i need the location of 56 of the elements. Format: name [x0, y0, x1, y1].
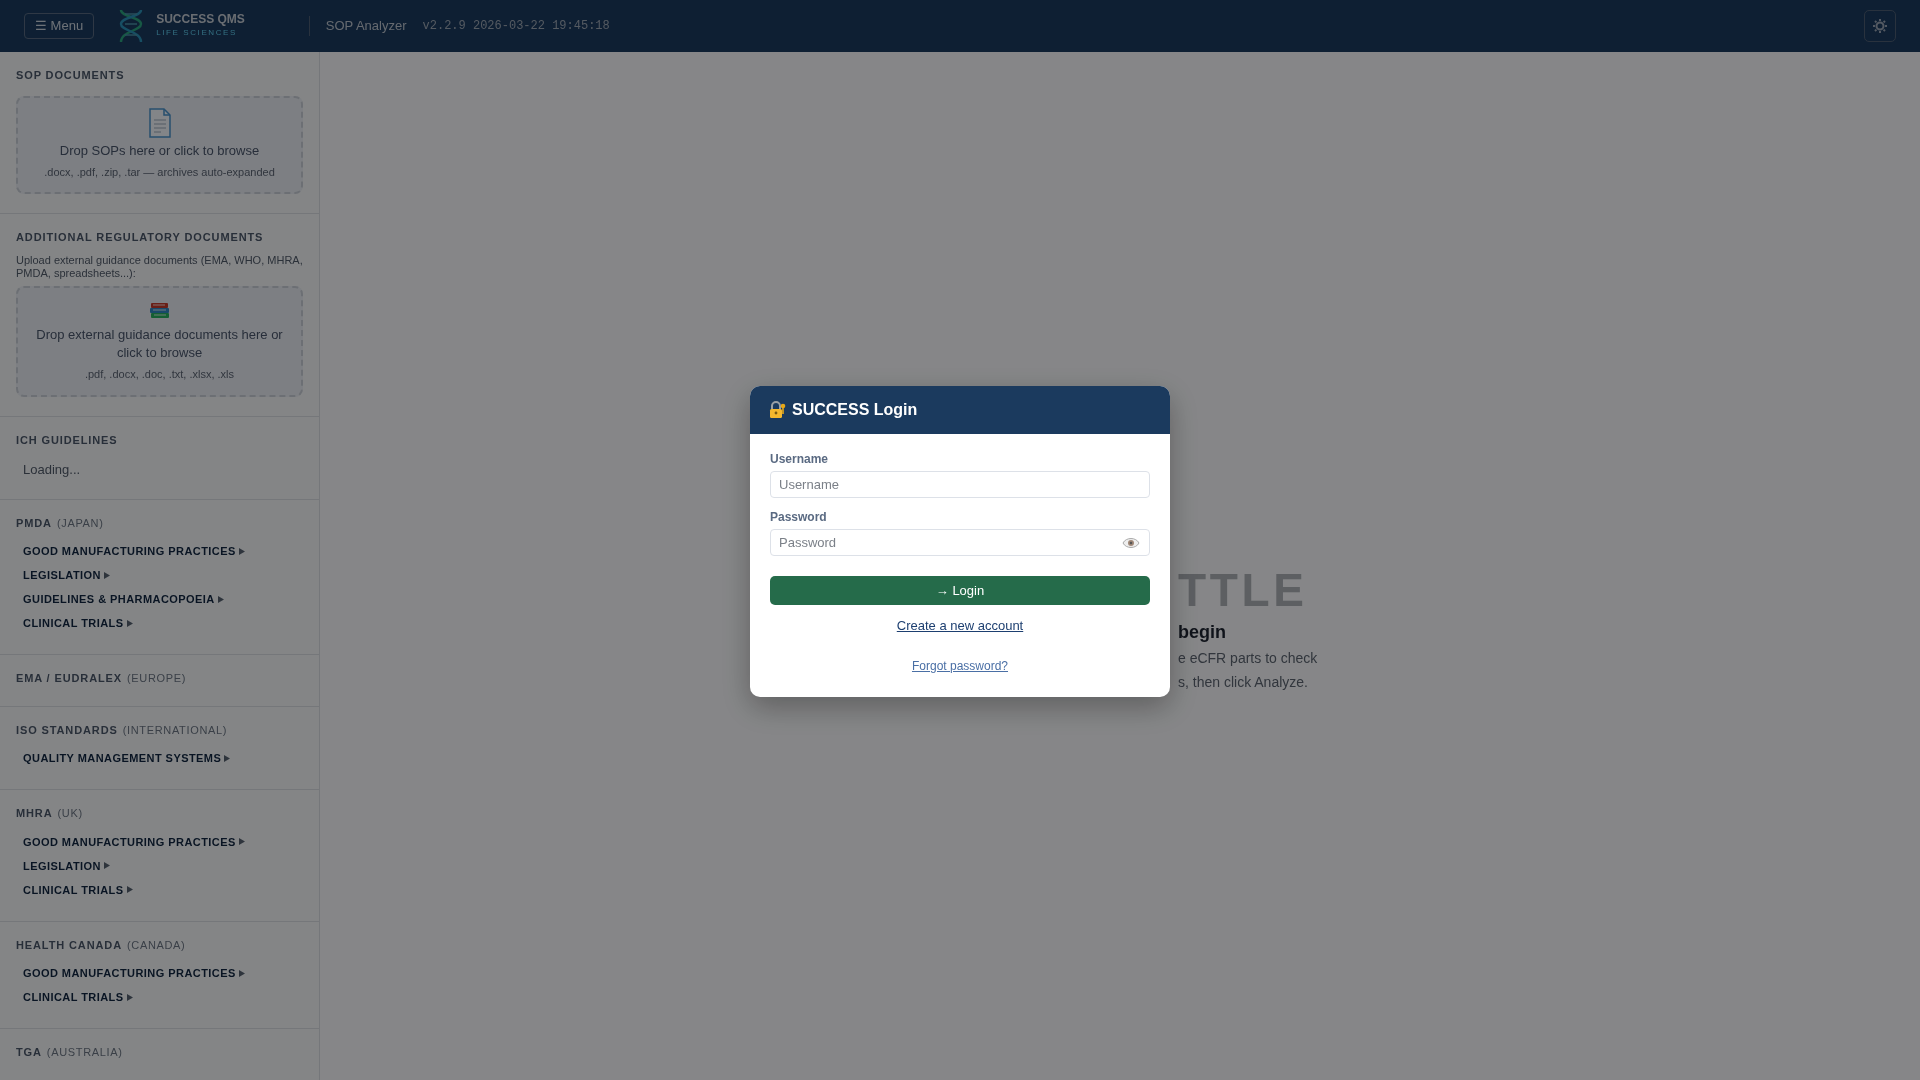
field-label: Username	[770, 451, 830, 468]
caret-icon	[126, 993, 133, 1001]
section-description: Upload external guidance documents (EMA, WHO, MHRA, PMDA, spreadsheets...):	[16, 253, 303, 281]
eye-icon[interactable]	[1122, 537, 1140, 549]
category-link[interactable]: LEGISLATION	[16, 563, 110, 588]
section-heading: EMA / EUDRALEX (EUROPE)	[16, 671, 188, 687]
username-field[interactable]: Username	[770, 471, 1150, 498]
empty-state-heading: begin	[1178, 621, 1227, 644]
caret-icon	[224, 754, 231, 762]
document-icon	[147, 107, 172, 138]
category-link[interactable]: LEGISLATION	[16, 853, 110, 878]
category-link[interactable]: GOOD MANUFACTURING PRACTICES	[16, 829, 245, 854]
category-link[interactable]: GOOD MANUFACTURING PRACTICES	[16, 961, 245, 986]
file-drop-zone[interactable]: Drop external guidance documents here or click to browse .pdf, .docx, .doc, .txt, .xlsx, .xls	[16, 286, 303, 397]
category-link[interactable]: GOOD MANUFACTURING PRACTICES	[16, 539, 245, 564]
version-text: v2.2.9 2026-03-22 19:45:18	[422, 18, 610, 35]
brand-tagline: LIFE SCIENCES	[156, 26, 238, 39]
caret-icon	[103, 862, 110, 870]
category-link[interactable]: CLINICAL TRIALS	[16, 985, 133, 1010]
app-name: SOP Analyzer	[325, 17, 407, 36]
books-icon	[148, 301, 171, 320]
section-heading: ISO STANDARDS (INTERNATIONAL)	[16, 722, 229, 738]
caret-icon	[126, 886, 133, 894]
brand-name: SUCCESS QMS	[156, 13, 245, 27]
empty-state-text: e eCFR parts to check	[1178, 649, 1318, 668]
empty-state-text: s, then click Analyze.	[1178, 673, 1309, 692]
section-heading: MHRA (UK)	[16, 806, 84, 822]
lock-key-icon	[768, 401, 786, 419]
field-label: Password	[770, 509, 828, 526]
caret-icon	[217, 595, 224, 603]
category-link[interactable]: QUALITY MANAGEMENT SYSTEMS	[16, 746, 231, 771]
file-drop-zone[interactable]: Drop SOPs here or click to browse .docx, .pdf, .zip, .tar — archives auto-expanded	[16, 95, 303, 195]
caret-icon	[238, 838, 245, 846]
caret-icon	[238, 547, 245, 555]
dna-logo-icon	[118, 8, 145, 44]
menu-button[interactable]: ☰ Menu	[24, 13, 95, 39]
password-field[interactable]: Password	[770, 529, 1150, 556]
category-link[interactable]: GUIDELINES & PHARMACOPOEIA	[16, 587, 224, 612]
create-account-link[interactable]: Create a new account	[896, 618, 1024, 633]
section-heading: HEALTH CANADA (CANADA)	[16, 937, 187, 953]
forgot-password-link[interactable]: Forgot password?	[911, 659, 1008, 673]
caret-icon	[238, 969, 245, 977]
category-link[interactable]: CLINICAL TRIALS	[16, 877, 133, 902]
settings-button[interactable]	[1864, 10, 1896, 42]
section-heading: TGA (AUSTRALIA)	[16, 1045, 124, 1061]
settings-icon	[1872, 18, 1888, 34]
section-heading: SOP DOCUMENTS	[16, 68, 126, 83]
category-link[interactable]: CLINICAL TRIALS	[16, 611, 133, 636]
caret-icon	[103, 571, 110, 579]
section-heading: ADDITIONAL REGULATORY DOCUMENTS	[16, 230, 265, 246]
login-button[interactable]: → Login	[770, 576, 1150, 605]
caret-icon	[126, 619, 133, 627]
section-heading: PMDA (JAPAN)	[16, 515, 105, 531]
section-heading: ICH GUIDELINES	[16, 432, 119, 448]
dialog-title: SUCCESS Login	[792, 400, 918, 420]
loading-text: Loading...	[23, 461, 82, 480]
